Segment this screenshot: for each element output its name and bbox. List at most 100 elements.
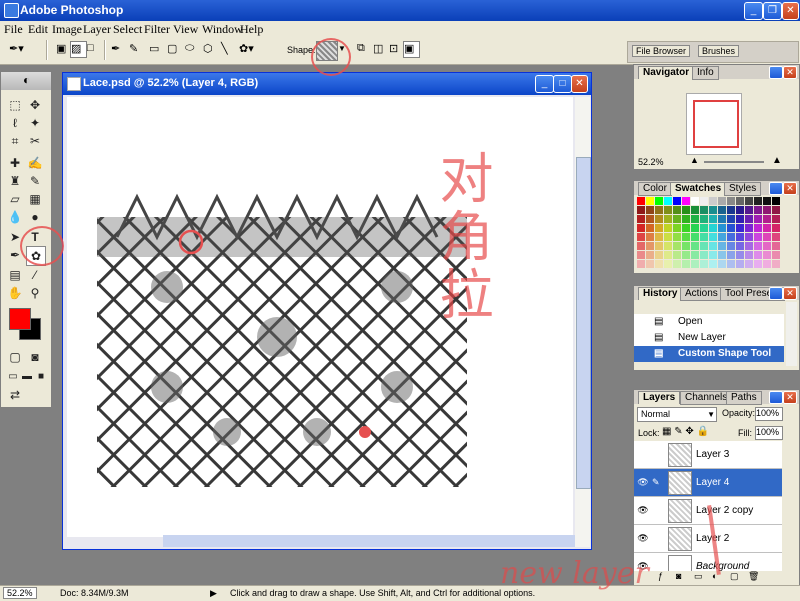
clone-stamp-icon[interactable]: ♜ [6,172,24,190]
swatch[interactable] [754,224,762,232]
swatch[interactable] [754,251,762,259]
menu-help[interactable]: Help [240,22,263,37]
swatch[interactable] [637,206,645,214]
history-tab[interactable]: History [638,287,683,300]
info-tab[interactable]: Info [692,66,719,80]
minimize-button[interactable]: _ [744,2,763,20]
swatch[interactable] [637,215,645,223]
swatch[interactable] [646,233,654,241]
swatch[interactable] [718,233,726,241]
layer-row[interactable]: 👁 Layer 2 [634,525,782,553]
swatch[interactable] [637,242,645,250]
visibility-eye-icon[interactable]: 👁 [637,505,649,515]
swatch[interactable] [700,233,708,241]
zoom-slider[interactable] [704,161,764,163]
crop-icon[interactable]: ⌗ [6,132,24,150]
swatch[interactable] [718,251,726,259]
line-icon[interactable]: ╲ [220,41,237,58]
swatch[interactable] [772,260,780,268]
swatch[interactable] [745,233,753,241]
eraser-icon[interactable]: ▱ [6,190,24,208]
visibility-eye-icon[interactable]: 👁 [637,477,649,487]
layers-close-button[interactable]: ✕ [783,391,797,404]
swatch[interactable] [772,242,780,250]
swatch[interactable] [682,260,690,268]
add-to-shape-area-icon[interactable]: ⧉ [356,41,373,58]
fill-pixels-icon[interactable]: □ [86,41,103,58]
vertical-scrollbar[interactable] [575,97,591,547]
rectangle-icon[interactable]: ▭ [148,41,165,58]
styles-tab[interactable]: Styles [724,182,762,196]
swatch[interactable] [637,260,645,268]
photoshop-eye-icon[interactable]: ◐ [23,73,30,87]
menu-filter[interactable]: Filter [144,22,170,37]
swatch[interactable] [664,206,672,214]
marquee-icon[interactable]: ⬚ [6,96,24,114]
swatch[interactable] [700,224,708,232]
standard-mode-icon[interactable]: ▢ [6,348,24,366]
swatch[interactable] [691,215,699,223]
swatch[interactable] [736,224,744,232]
swatch[interactable] [664,197,672,205]
swatch[interactable] [736,215,744,223]
swatch[interactable] [709,233,717,241]
swatch[interactable] [673,206,681,214]
swatch[interactable] [655,215,663,223]
swatch[interactable] [673,215,681,223]
navigator-zoom-value[interactable]: 52.2% [638,157,664,167]
menu-window[interactable]: Window [202,22,243,37]
history-brush-icon[interactable]: ✎ [26,172,44,190]
swatch[interactable] [754,233,762,241]
swatch[interactable] [736,251,744,259]
swatch[interactable] [655,233,663,241]
swatch[interactable] [655,242,663,250]
swatch[interactable] [646,206,654,214]
swatch[interactable] [763,215,771,223]
doc-maximize-button[interactable]: □ [553,75,572,93]
quick-mask-icon[interactable]: ◙ [26,348,44,366]
history-minimize-button[interactable] [769,287,783,300]
swatch[interactable] [745,197,753,205]
swatch[interactable] [754,215,762,223]
swatch-grid[interactable] [637,197,787,269]
swatch[interactable] [763,197,771,205]
swatch[interactable] [772,251,780,259]
swatch[interactable] [745,242,753,250]
blur-icon[interactable]: 💧 [6,208,24,226]
swatch[interactable] [700,206,708,214]
swatch[interactable] [763,260,771,268]
swatch[interactable] [673,224,681,232]
history-close-button[interactable]: ✕ [783,287,797,300]
swatch[interactable] [682,197,690,205]
swatch[interactable] [718,197,726,205]
swatch[interactable] [637,197,645,205]
swatch[interactable] [709,260,717,268]
swatch[interactable] [754,197,762,205]
swatch[interactable] [646,197,654,205]
swatch[interactable] [682,251,690,259]
swatch[interactable] [664,242,672,250]
custom-shape-icon[interactable]: ✿▾ [238,41,266,58]
swatch[interactable] [673,233,681,241]
freeform-pen-icon[interactable]: ✎ [128,41,145,58]
hand-icon[interactable]: ✋ [6,284,24,302]
swatches-minimize-button[interactable] [769,182,783,195]
swatch[interactable] [709,224,717,232]
swatch[interactable] [736,260,744,268]
dodge-icon[interactable]: ● [26,208,44,226]
exclude-overlap-icon[interactable]: ▣ [403,41,420,58]
layer-row[interactable]: Layer 3 [634,441,782,469]
navigator-close-button[interactable]: ✕ [783,66,797,79]
channels-tab[interactable]: Channels [680,391,733,405]
layers-minimize-button[interactable] [769,391,783,404]
vertical-scroll-thumb[interactable] [576,157,591,489]
menu-select[interactable]: Select [113,22,142,37]
layer-row[interactable]: 👁 Background [634,553,782,571]
ellipse-icon[interactable]: ⬭ [184,41,201,58]
zoom-icon[interactable]: ⚲ [26,284,44,302]
swatch[interactable] [763,206,771,214]
foreground-color-swatch[interactable] [9,308,31,330]
history-item[interactable]: ▤ Open [634,314,784,330]
status-zoom[interactable]: 52.2% [3,587,37,599]
swatch[interactable] [718,224,726,232]
